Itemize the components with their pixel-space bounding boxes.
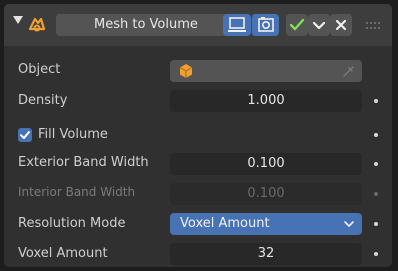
density-field[interactable]: 1.000 xyxy=(170,90,362,112)
keyframe-dot[interactable] xyxy=(374,222,378,226)
render-icon xyxy=(258,17,274,32)
modifier-name-field[interactable]: Mesh to Volume xyxy=(56,14,234,36)
edit-mode-toggle[interactable] xyxy=(223,14,251,36)
drag-handle-icon[interactable] xyxy=(366,22,380,30)
apply-button[interactable] xyxy=(286,14,308,36)
exterior-band-width-label: Exterior Band Width xyxy=(18,155,149,170)
checkmark-icon xyxy=(289,18,305,31)
keyframe-dot[interactable] xyxy=(374,162,378,166)
chevron-down-icon xyxy=(344,221,354,227)
expand-arrow-icon[interactable] xyxy=(13,16,23,24)
keyframe-dot[interactable] xyxy=(374,252,378,256)
extras-dropdown-button[interactable] xyxy=(308,14,330,36)
modifier-header: Mesh to Volume xyxy=(4,4,392,46)
density-label: Density xyxy=(18,93,68,108)
object-label: Object xyxy=(18,62,61,77)
remove-modifier-button[interactable] xyxy=(330,14,352,36)
modifier-name-label: Mesh to Volume xyxy=(94,17,198,32)
modifier-panel: Mesh to Volume Object Density 1.000 Fill… xyxy=(4,4,392,267)
keyframe-dot[interactable] xyxy=(374,99,378,103)
checkmark-icon xyxy=(20,131,30,139)
render-toggle[interactable] xyxy=(251,14,279,36)
eyedropper-icon[interactable] xyxy=(342,64,356,78)
fill-volume-label[interactable]: Fill Volume xyxy=(38,127,108,142)
voxel-amount-field[interactable]: 32 xyxy=(170,243,362,265)
close-icon xyxy=(335,19,347,31)
object-field[interactable] xyxy=(170,60,362,82)
exterior-band-width-field[interactable]: 0.100 xyxy=(170,153,362,175)
interior-band-width-label: Interior Band Width xyxy=(18,185,136,199)
interior-band-width-field: 0.100 xyxy=(170,183,362,205)
chevron-down-icon xyxy=(312,21,326,30)
edit-mode-icon xyxy=(228,17,246,32)
keyframe-dot[interactable] xyxy=(374,133,378,137)
fill-volume-checkbox[interactable] xyxy=(18,128,32,142)
voxel-amount-label: Voxel Amount xyxy=(18,246,108,261)
resolution-mode-select[interactable]: Voxel Amount xyxy=(170,213,362,235)
resolution-mode-label: Resolution Mode xyxy=(18,216,126,231)
mesh-to-volume-icon xyxy=(28,17,46,32)
object-cube-icon xyxy=(179,64,193,78)
keyframe-dot xyxy=(374,192,378,196)
resolution-mode-value: Voxel Amount xyxy=(180,216,270,231)
